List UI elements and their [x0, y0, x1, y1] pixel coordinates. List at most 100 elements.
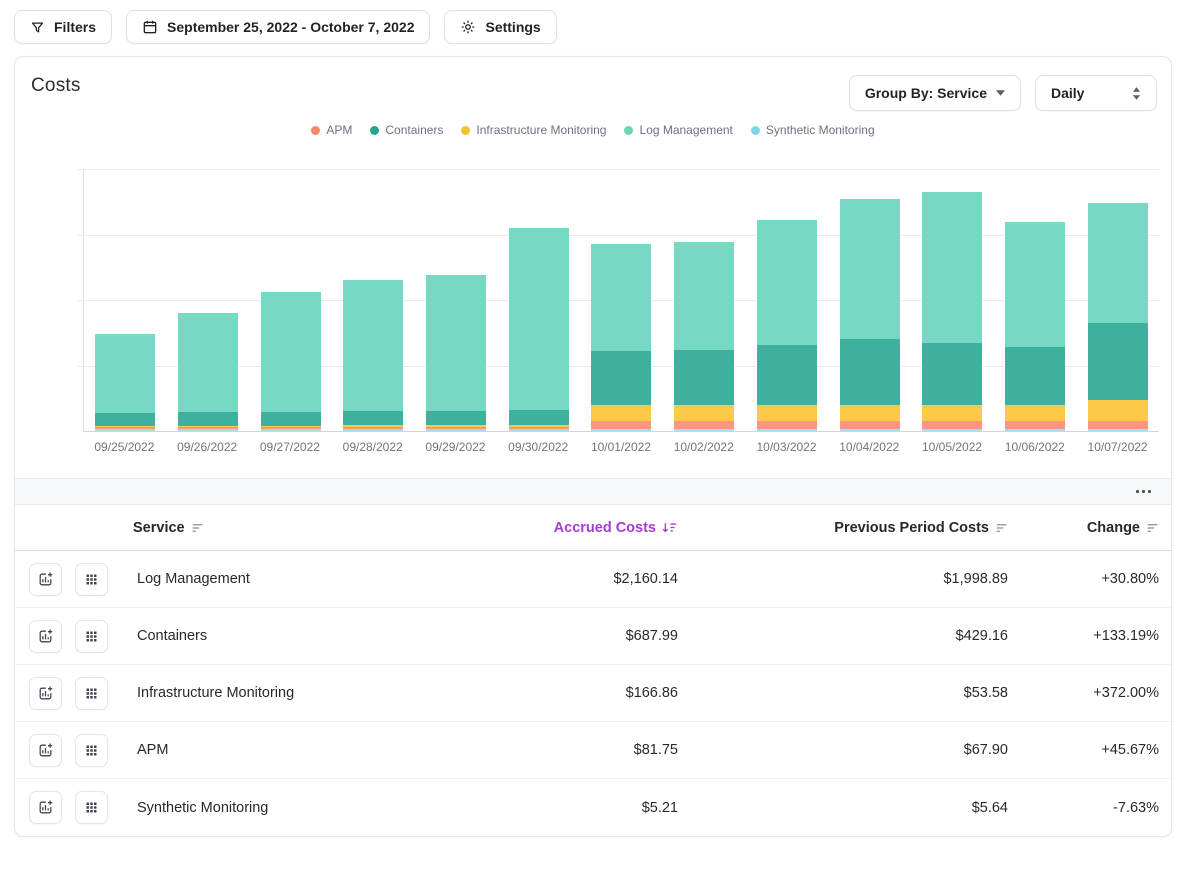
- bar-segment[interactable]: [757, 345, 817, 405]
- bar-segment[interactable]: [1005, 421, 1065, 429]
- add-to-graph-button[interactable]: [29, 734, 62, 767]
- bar-segment[interactable]: [343, 280, 403, 412]
- bar-segment[interactable]: [674, 421, 734, 429]
- stacked-bar[interactable]: [591, 244, 651, 431]
- bar-segment[interactable]: [840, 429, 900, 432]
- bar-segment[interactable]: [178, 429, 238, 432]
- legend-item-containers[interactable]: Containers: [370, 123, 443, 137]
- add-to-graph-button[interactable]: [29, 563, 62, 596]
- stacked-bar[interactable]: [95, 334, 155, 431]
- stacked-bar[interactable]: [840, 199, 900, 431]
- bar-segment[interactable]: [178, 412, 238, 426]
- bar-segment[interactable]: [1088, 323, 1148, 399]
- bar-segment[interactable]: [426, 429, 486, 432]
- bar-segment[interactable]: [922, 192, 982, 343]
- stacked-bar[interactable]: [1088, 203, 1148, 431]
- grid-button[interactable]: [75, 620, 108, 653]
- bar-segment[interactable]: [757, 421, 817, 429]
- bar-segment[interactable]: [922, 421, 982, 429]
- bar-segment[interactable]: [178, 313, 238, 412]
- bar-segment[interactable]: [840, 421, 900, 429]
- bar-segment[interactable]: [261, 429, 321, 432]
- bar-segment[interactable]: [1005, 429, 1065, 432]
- settings-button[interactable]: Settings: [444, 10, 556, 44]
- grid-button[interactable]: [75, 791, 108, 824]
- stacked-bar[interactable]: [178, 313, 238, 431]
- bar-segment[interactable]: [591, 405, 651, 420]
- column-header-change[interactable]: Change: [1008, 520, 1159, 536]
- bar-segment[interactable]: [509, 228, 569, 410]
- stacked-bar[interactable]: [343, 280, 403, 431]
- bar-segment[interactable]: [1005, 222, 1065, 347]
- grid-button[interactable]: [75, 677, 108, 710]
- stacked-bar[interactable]: [509, 228, 569, 431]
- previous-cost-value: $67.90: [678, 742, 1008, 758]
- legend-item-synthetic-monitoring[interactable]: Synthetic Monitoring: [751, 123, 875, 137]
- legend-item-infrastructure-monitoring[interactable]: Infrastructure Monitoring: [461, 123, 606, 137]
- bar-segment[interactable]: [840, 405, 900, 421]
- stacked-bar[interactable]: [674, 242, 734, 431]
- bar-segment[interactable]: [591, 429, 651, 432]
- bar-segment[interactable]: [674, 242, 734, 350]
- bar-segment[interactable]: [674, 350, 734, 406]
- bar-segment[interactable]: [591, 244, 651, 351]
- bar-segment[interactable]: [757, 429, 817, 432]
- x-axis-label: 09/29/2022: [414, 440, 497, 454]
- add-to-graph-button[interactable]: [29, 791, 62, 824]
- bar-segment[interactable]: [922, 429, 982, 432]
- bar-segment[interactable]: [1088, 400, 1148, 421]
- add-to-graph-button[interactable]: [29, 620, 62, 653]
- column-header-service[interactable]: Service: [133, 520, 458, 536]
- column-label: Previous Period Costs: [834, 520, 989, 536]
- bar-segment[interactable]: [1088, 203, 1148, 323]
- bar-segment[interactable]: [343, 429, 403, 432]
- stacked-bar[interactable]: [1005, 222, 1065, 431]
- bar-segment[interactable]: [426, 275, 486, 411]
- stacked-bar[interactable]: [757, 220, 817, 431]
- bars-container: [84, 169, 1159, 431]
- add-to-graph-button[interactable]: [29, 677, 62, 710]
- bar-segment[interactable]: [840, 339, 900, 405]
- bar-segment[interactable]: [1005, 405, 1065, 420]
- bar-segment[interactable]: [95, 429, 155, 432]
- bar-segment[interactable]: [1005, 347, 1065, 406]
- bar-segment[interactable]: [757, 220, 817, 345]
- bar-segment[interactable]: [840, 199, 900, 339]
- bar-segment[interactable]: [757, 405, 817, 420]
- grid-button[interactable]: [75, 734, 108, 767]
- bar-segment[interactable]: [591, 421, 651, 429]
- legend-item-apm[interactable]: APM: [311, 123, 352, 137]
- column-header-previous-period-costs[interactable]: Previous Period Costs: [678, 520, 1008, 536]
- grid-button[interactable]: [75, 563, 108, 596]
- bar-segment[interactable]: [1088, 429, 1148, 432]
- bar-segment[interactable]: [343, 411, 403, 425]
- stacked-bar[interactable]: [922, 192, 982, 431]
- date-range-button[interactable]: September 25, 2022 - October 7, 2022: [126, 10, 430, 44]
- bar-segment[interactable]: [95, 334, 155, 413]
- bar-segment[interactable]: [509, 429, 569, 432]
- bar-segment[interactable]: [1088, 421, 1148, 429]
- filters-button[interactable]: Filters: [14, 10, 112, 44]
- bar-segment[interactable]: [922, 405, 982, 421]
- bar-segment[interactable]: [261, 292, 321, 411]
- group-by-dropdown[interactable]: Group By: Service: [849, 75, 1021, 111]
- column-header-accrued-costs[interactable]: Accrued Costs: [458, 520, 678, 536]
- stacked-bar[interactable]: [261, 292, 321, 431]
- bar-slot: [911, 169, 994, 431]
- change-value: +133.19%: [1008, 628, 1159, 644]
- service-name: Synthetic Monitoring: [133, 800, 458, 816]
- bar-segment[interactable]: [674, 405, 734, 420]
- interval-select[interactable]: Daily: [1035, 75, 1157, 111]
- more-options-button[interactable]: [1132, 486, 1155, 497]
- add-to-graph-icon: [37, 742, 54, 759]
- bar-segment[interactable]: [591, 351, 651, 405]
- legend-item-log-management[interactable]: Log Management: [624, 123, 732, 137]
- bar-segment[interactable]: [95, 413, 155, 426]
- bar-slot: [497, 169, 580, 431]
- bar-segment[interactable]: [426, 411, 486, 426]
- bar-segment[interactable]: [922, 343, 982, 405]
- bar-segment[interactable]: [261, 412, 321, 426]
- bar-segment[interactable]: [509, 410, 569, 425]
- stacked-bar[interactable]: [426, 275, 486, 431]
- bar-segment[interactable]: [674, 429, 734, 432]
